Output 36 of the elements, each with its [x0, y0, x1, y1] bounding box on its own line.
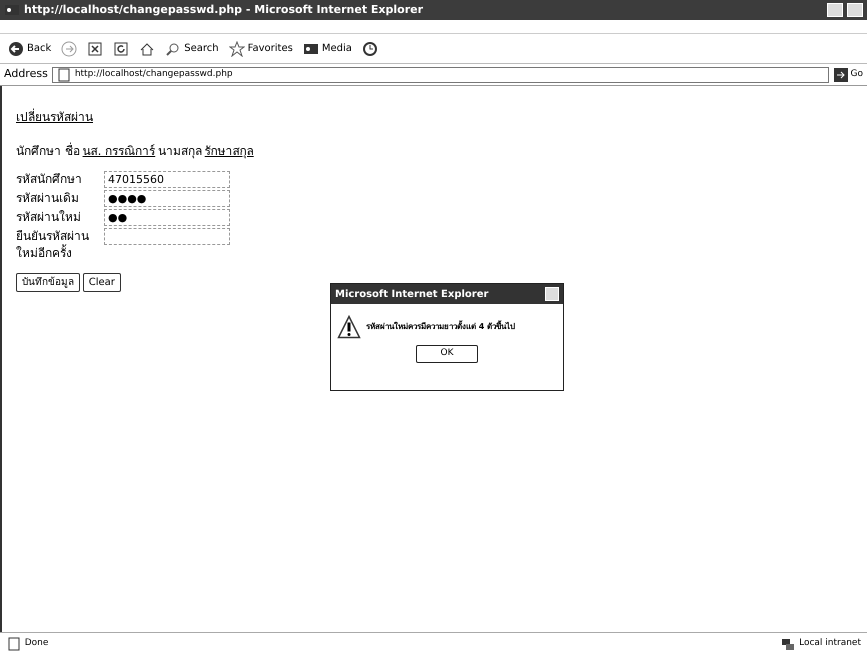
- dialog-message: รหัสผ่านใหม่ควรมีความยาวตั้งแต่ 4 ตัวขึ้นไป: [366, 321, 516, 333]
- input-field[interactable]: 47015560: [104, 171, 230, 188]
- stop-icon: [87, 40, 104, 56]
- star-icon: [228, 40, 245, 56]
- name-label: นามสกุล: [158, 143, 202, 160]
- search-icon: [165, 40, 182, 56]
- input-field[interactable]: ●●: [104, 209, 230, 226]
- address-label: Address: [4, 66, 48, 82]
- window-title: http://localhost/changepasswd.php - Microsoft Internet Explorer: [24, 2, 424, 18]
- forward-button[interactable]: [59, 40, 80, 56]
- field-label: รหัสนักศึกษา: [16, 171, 83, 188]
- input-field[interactable]: ●●●●: [104, 190, 230, 207]
- clear-button[interactable]: Clear: [82, 273, 121, 292]
- status-text: Done: [24, 636, 48, 650]
- back-button[interactable]: Back: [6, 40, 54, 56]
- search-button[interactable]: Search: [163, 40, 221, 56]
- clock-icon: [362, 40, 378, 56]
- media-button[interactable]: Media: [300, 40, 354, 56]
- input-field[interactable]: [104, 228, 230, 245]
- warning-icon: [336, 315, 360, 339]
- field-label: ยืนยันรหัสผ่านใหม่อีกครั้ง: [16, 228, 90, 262]
- dialog-title: Microsoft Internet Explorer: [335, 288, 488, 302]
- go-button[interactable]: Go: [832, 66, 863, 82]
- favorites-button[interactable]: Favorites: [226, 40, 295, 56]
- name-link[interactable]: รักษาสกุล: [204, 142, 254, 160]
- page-heading: เปลี่ยนรหัสผ่าน: [16, 108, 94, 126]
- house-icon: [139, 40, 156, 56]
- name-link[interactable]: นส. กรรณิการ์: [82, 142, 156, 160]
- address-field[interactable]: http://localhost/changepasswd.php: [52, 66, 829, 82]
- refresh-icon: [113, 40, 130, 56]
- field-label: รหัสผ่านเดิม: [16, 190, 80, 207]
- ok-button[interactable]: OK: [416, 344, 478, 362]
- field-label: รหัสผ่านใหม่: [16, 209, 82, 226]
- name-label: นักศึกษา ชื่อ: [16, 142, 80, 160]
- zone-text: Local intranet: [799, 636, 861, 650]
- save-button[interactable]: บันทึกข้อมูล: [16, 273, 80, 292]
